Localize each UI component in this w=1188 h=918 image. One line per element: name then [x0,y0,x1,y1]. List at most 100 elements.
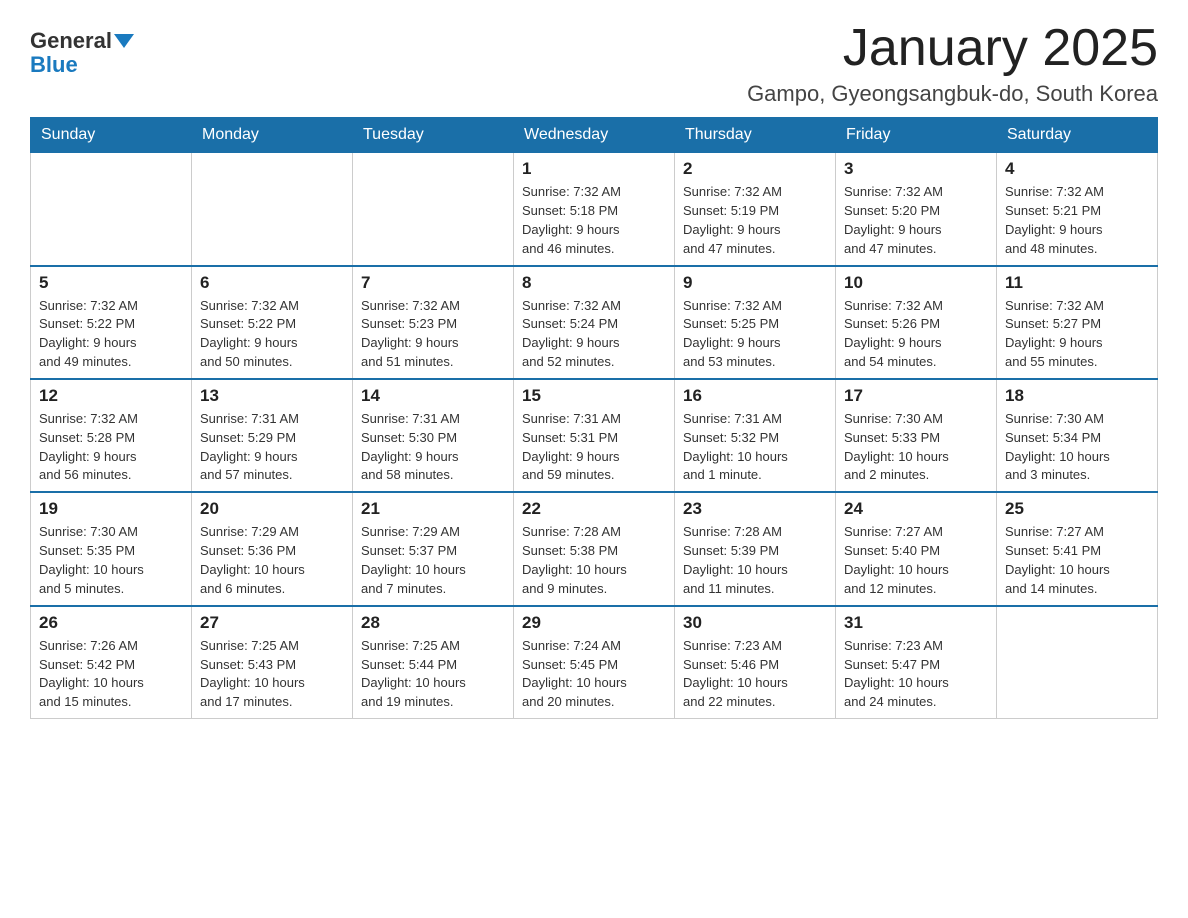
calendar-week-row: 12 Sunrise: 7:32 AMSunset: 5:28 PMDayligh… [31,379,1158,492]
day-info: Sunrise: 7:32 AMSunset: 5:19 PMDaylight:… [683,183,827,258]
month-title: January 2025 [747,20,1158,77]
day-number: 9 [683,273,827,293]
calendar-cell: 13Sunrise: 7:31 AMSunset: 5:29 PMDayligh… [192,379,353,492]
calendar-cell: 21 Sunrise: 7:29 AMSunset: 5:37 PMDayligh… [353,492,514,605]
day-info: Sunrise: 7:28 AMSunset: 5:38 PMDaylight:… [522,523,666,598]
day-number: 19 [39,499,183,519]
day-number: 10 [844,273,988,293]
calendar-cell: 28Sunrise: 7:25 AMSunset: 5:44 PMDayligh… [353,606,514,719]
day-number: 1 [522,159,666,179]
day-number: 28 [361,613,505,633]
page-header: General Blue January 2025 Gampo, Gyeongs… [30,20,1158,107]
day-info: Sunrise: 7:28 AMSunset: 5:39 PMDaylight:… [683,523,827,598]
calendar-week-row: 1 Sunrise: 7:32 AMSunset: 5:18 PMDaylight… [31,153,1158,266]
calendar-cell: 1 Sunrise: 7:32 AMSunset: 5:18 PMDaylight… [514,153,675,266]
calendar-cell: 11 Sunrise: 7:32 AMSunset: 5:27 PMDayligh… [997,266,1158,379]
day-info: Sunrise: 7:30 AMSunset: 5:34 PMDaylight:… [1005,410,1149,485]
day-number: 14 [361,386,505,406]
calendar-cell: 5Sunrise: 7:32 AMSunset: 5:22 PMDaylight… [31,266,192,379]
calendar-cell: 3 Sunrise: 7:32 AMSunset: 5:20 PMDaylight… [836,153,997,266]
weekday-header-friday: Friday [836,118,997,153]
day-number: 21 [361,499,505,519]
calendar-cell: 12 Sunrise: 7:32 AMSunset: 5:28 PMDayligh… [31,379,192,492]
day-info: Sunrise: 7:29 AMSunset: 5:37 PMDaylight:… [361,523,505,598]
day-info: Sunrise: 7:23 AMSunset: 5:46 PMDaylight:… [683,637,827,712]
day-number: 26 [39,613,183,633]
day-number: 6 [200,273,344,293]
day-info: Sunrise: 7:23 AMSunset: 5:47 PMDaylight:… [844,637,988,712]
calendar-week-row: 5 Sunrise: 7:32 AMSunset: 5:22 PMDaylight… [31,266,1158,379]
day-number: 31 [844,613,988,633]
day-info: Sunrise: 7:32 AMSunset: 5:22 PMDaylight:… [200,297,344,372]
calendar-cell: 17 Sunrise: 7:30 AMSunset: 5:33 PMDayligh… [836,379,997,492]
day-number: 20 [200,499,344,519]
calendar-cell: 16 Sunrise: 7:31 AMSunset: 5:32 PMDayligh… [675,379,836,492]
calendar-cell: 4Sunrise: 7:32 AMSunset: 5:21 PMDaylight… [997,153,1158,266]
calendar-cell: 26 Sunrise: 7:26 AMSunset: 5:42 PMDayligh… [31,606,192,719]
day-number: 2 [683,159,827,179]
calendar-week-row: 19Sunrise: 7:30 AMSunset: 5:35 PMDayligh… [31,492,1158,605]
day-number: 3 [844,159,988,179]
day-info: Sunrise: 7:32 AMSunset: 5:25 PMDaylight:… [683,297,827,372]
day-info: Sunrise: 7:31 AMSunset: 5:32 PMDaylight:… [683,410,827,485]
day-number: 23 [683,499,827,519]
day-number: 29 [522,613,666,633]
calendar-cell: 29 Sunrise: 7:24 AMSunset: 5:45 PMDayligh… [514,606,675,719]
day-info: Sunrise: 7:26 AMSunset: 5:42 PMDaylight:… [39,637,183,712]
day-info: Sunrise: 7:30 AMSunset: 5:33 PMDaylight:… [844,410,988,485]
weekday-header-monday: Monday [192,118,353,153]
day-number: 11 [1005,273,1149,293]
day-info: Sunrise: 7:29 AMSunset: 5:36 PMDaylight:… [200,523,344,598]
title-section: January 2025 Gampo, Gyeongsangbuk-do, So… [747,20,1158,107]
calendar-cell: 6 Sunrise: 7:32 AMSunset: 5:22 PMDaylight… [192,266,353,379]
calendar-cell: 22 Sunrise: 7:28 AMSunset: 5:38 PMDayligh… [514,492,675,605]
day-number: 13 [200,386,344,406]
calendar-cell: 9 Sunrise: 7:32 AMSunset: 5:25 PMDaylight… [675,266,836,379]
calendar-cell: 23 Sunrise: 7:28 AMSunset: 5:39 PMDayligh… [675,492,836,605]
calendar-cell: 19Sunrise: 7:30 AMSunset: 5:35 PMDayligh… [31,492,192,605]
calendar-cell: 14 Sunrise: 7:31 AMSunset: 5:30 PMDayligh… [353,379,514,492]
day-number: 24 [844,499,988,519]
day-info: Sunrise: 7:27 AMSunset: 5:40 PMDaylight:… [844,523,988,598]
weekday-header-sunday: Sunday [31,118,192,153]
logo: General Blue [30,30,134,78]
day-info: Sunrise: 7:32 AMSunset: 5:20 PMDaylight:… [844,183,988,258]
day-number: 16 [683,386,827,406]
calendar-cell: 2 Sunrise: 7:32 AMSunset: 5:19 PMDaylight… [675,153,836,266]
day-info: Sunrise: 7:24 AMSunset: 5:45 PMDaylight:… [522,637,666,712]
day-number: 27 [200,613,344,633]
day-number: 5 [39,273,183,293]
calendar-cell [192,153,353,266]
calendar-cell: 18 Sunrise: 7:30 AMSunset: 5:34 PMDayligh… [997,379,1158,492]
weekday-header-tuesday: Tuesday [353,118,514,153]
calendar-cell: 8Sunrise: 7:32 AMSunset: 5:24 PMDaylight… [514,266,675,379]
calendar-cell: 31 Sunrise: 7:23 AMSunset: 5:47 PMDayligh… [836,606,997,719]
day-info: Sunrise: 7:32 AMSunset: 5:21 PMDaylight:… [1005,183,1149,258]
day-info: Sunrise: 7:27 AMSunset: 5:41 PMDaylight:… [1005,523,1149,598]
day-number: 17 [844,386,988,406]
calendar-cell [353,153,514,266]
day-info: Sunrise: 7:32 AMSunset: 5:26 PMDaylight:… [844,297,988,372]
location-title: Gampo, Gyeongsangbuk-do, South Korea [747,81,1158,107]
day-info: Sunrise: 7:25 AMSunset: 5:43 PMDaylight:… [200,637,344,712]
day-info: Sunrise: 7:31 AMSunset: 5:31 PMDaylight:… [522,410,666,485]
day-info: Sunrise: 7:32 AMSunset: 5:28 PMDaylight:… [39,410,183,485]
day-info: Sunrise: 7:32 AMSunset: 5:23 PMDaylight:… [361,297,505,372]
calendar-cell: 24 Sunrise: 7:27 AMSunset: 5:40 PMDayligh… [836,492,997,605]
calendar-cell: 7 Sunrise: 7:32 AMSunset: 5:23 PMDaylight… [353,266,514,379]
calendar-cell: 20 Sunrise: 7:29 AMSunset: 5:36 PMDayligh… [192,492,353,605]
calendar-week-row: 26 Sunrise: 7:26 AMSunset: 5:42 PMDayligh… [31,606,1158,719]
calendar-table: SundayMondayTuesdayWednesdayThursdayFrid… [30,117,1158,719]
day-info: Sunrise: 7:32 AMSunset: 5:27 PMDaylight:… [1005,297,1149,372]
calendar-cell: 15 Sunrise: 7:31 AMSunset: 5:31 PMDayligh… [514,379,675,492]
day-info: Sunrise: 7:32 AMSunset: 5:24 PMDaylight:… [522,297,666,372]
day-number: 7 [361,273,505,293]
day-number: 12 [39,386,183,406]
weekday-header-saturday: Saturday [997,118,1158,153]
day-number: 18 [1005,386,1149,406]
day-info: Sunrise: 7:31 AMSunset: 5:30 PMDaylight:… [361,410,505,485]
day-number: 22 [522,499,666,519]
day-info: Sunrise: 7:32 AMSunset: 5:18 PMDaylight:… [522,183,666,258]
calendar-cell [31,153,192,266]
day-number: 15 [522,386,666,406]
